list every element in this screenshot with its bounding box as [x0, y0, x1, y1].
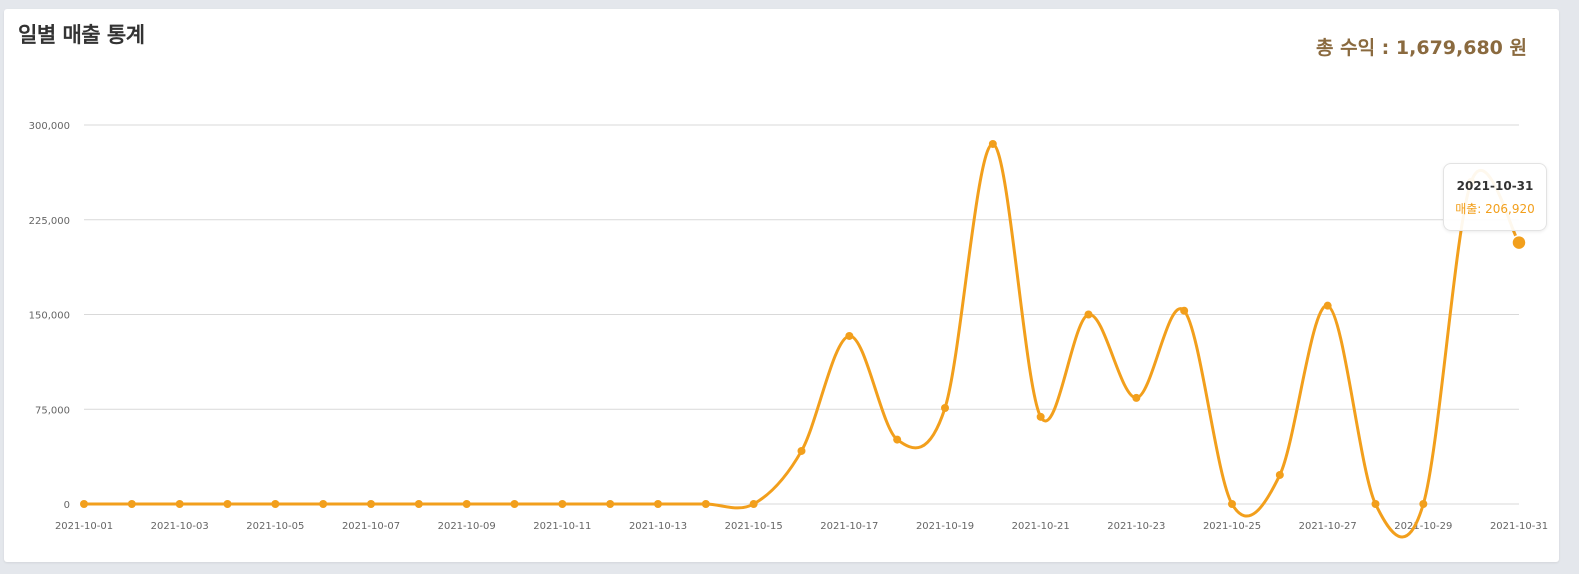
data-point[interactable]	[1036, 412, 1045, 421]
y-axis: 0 75,000 150,000 225,000 300,000	[29, 121, 70, 511]
data-point[interactable]	[367, 500, 375, 508]
x-tick-label: 2021-10-05	[246, 521, 304, 532]
x-tick-label: 2021-10-23	[1107, 521, 1165, 532]
daily-sales-line-chart: 075,000150,000225,000300,000 2021-10-01 2…	[29, 121, 1548, 539]
x-tick-label: 2021-10-29	[1394, 521, 1452, 532]
x-tick-label: 2021-10-25	[1203, 521, 1261, 532]
x-tick-label: 2021-10-13	[629, 521, 687, 532]
x-tick-label: 2021-10-19	[916, 521, 974, 532]
data-point[interactable]	[606, 500, 615, 508]
data-point[interactable]	[1132, 393, 1141, 402]
x-tick-label: 2021-10-17	[820, 521, 878, 532]
chart-tooltip: 2021-10-31 매출: 206,920	[1443, 163, 1547, 231]
data-point[interactable]	[797, 446, 806, 455]
data-point[interactable]	[558, 500, 567, 508]
data-point[interactable]	[80, 500, 88, 508]
data-point[interactable]	[893, 435, 902, 444]
x-tick-label: 2021-10-31	[1490, 521, 1548, 532]
data-point[interactable]	[223, 500, 232, 508]
data-point[interactable]	[988, 139, 997, 148]
y-tick-label: 75,000	[35, 405, 70, 416]
y-tick-label: 225,000	[29, 216, 70, 227]
data-point[interactable]	[1419, 500, 1428, 508]
tooltip-date: 2021-10-31	[1456, 179, 1534, 193]
x-tick-label: 2021-10-21	[1012, 521, 1070, 532]
data-point[interactable]	[1180, 306, 1189, 315]
x-tick-label: 2021-10-03	[151, 521, 209, 532]
x-tick-label: 2021-10-15	[725, 521, 783, 532]
data-point[interactable]	[654, 500, 662, 508]
y-tick-label: 0	[64, 500, 70, 511]
data-point[interactable]	[701, 500, 710, 508]
x-tick-label: 2021-10-27	[1299, 521, 1357, 532]
data-point[interactable]	[319, 500, 328, 508]
data-point[interactable]	[845, 331, 854, 340]
x-tick-label: 2021-10-09	[438, 521, 496, 532]
data-point[interactable]	[1511, 234, 1527, 251]
data-point[interactable]	[175, 500, 184, 508]
data-point[interactable]	[1228, 500, 1236, 508]
data-point[interactable]	[271, 500, 280, 508]
data-point[interactable]	[414, 500, 423, 508]
data-point[interactable]	[1371, 500, 1380, 508]
y-tick-label: 150,000	[29, 311, 70, 322]
data-point[interactable]	[510, 500, 519, 508]
y-tick-label: 300,000	[29, 121, 70, 132]
data-point[interactable]	[749, 500, 758, 508]
x-tick-label: 2021-10-11	[533, 521, 591, 532]
x-tick-label: 2021-10-07	[342, 521, 400, 532]
data-point[interactable]	[1275, 470, 1284, 479]
x-axis: 2021-10-01 2021-10-03 2021-10-05 2021-10-07…	[55, 521, 1548, 532]
data-point[interactable]	[941, 403, 949, 412]
series-line	[84, 142, 1521, 539]
data-point[interactable]	[1084, 310, 1093, 319]
data-point[interactable]	[462, 500, 471, 508]
x-tick-label: 2021-10-01	[55, 521, 113, 532]
data-point[interactable]	[1323, 301, 1332, 310]
tooltip-value: 매출: 206,920	[1455, 202, 1535, 216]
series-sales	[80, 139, 1527, 539]
data-point[interactable]	[127, 500, 136, 508]
